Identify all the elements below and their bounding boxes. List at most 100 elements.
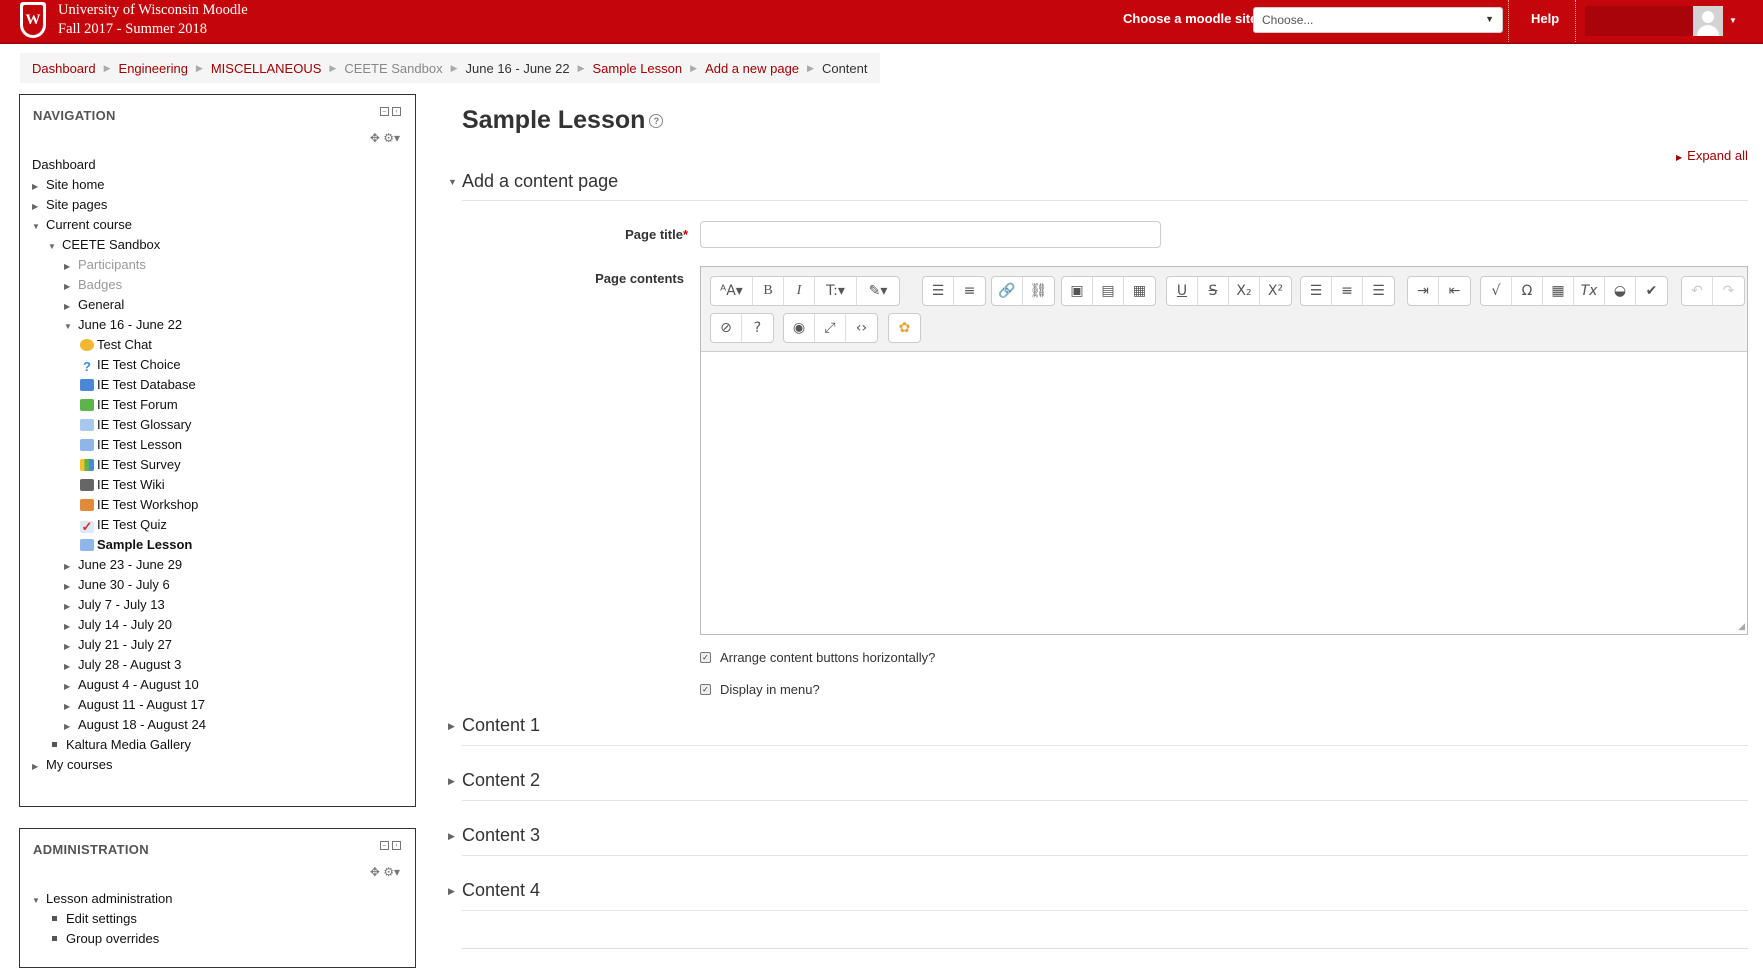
spellcheck-icon[interactable]: ✔ bbox=[1636, 277, 1667, 305]
preview-eye-icon[interactable]: ◉ bbox=[784, 314, 815, 342]
section-content-4[interactable]: ▶ Content 4 bbox=[448, 880, 540, 901]
clear-formatting-icon[interactable]: Tx bbox=[1574, 277, 1605, 305]
align-left-icon[interactable]: ☰ bbox=[1301, 277, 1332, 305]
align-right-icon[interactable]: ☰ bbox=[1363, 277, 1394, 305]
font-size-icon[interactable]: ᴬA▾ bbox=[711, 277, 753, 305]
outdent-icon[interactable]: ⇤ bbox=[1439, 277, 1470, 305]
text-color-icon[interactable]: ✎▾ bbox=[857, 277, 899, 305]
nav-activity-quiz[interactable]: ✓ IE Test Quiz bbox=[80, 515, 167, 535]
nav-item-site-home[interactable]: ▶ Site home bbox=[32, 175, 105, 195]
resize-handle-icon[interactable]: ◢ bbox=[1738, 621, 1745, 632]
table-icon[interactable]: ▦ bbox=[1543, 277, 1574, 305]
breadcrumb-course[interactable]: CEETE Sandbox bbox=[344, 61, 442, 76]
section-content-2[interactable]: ▶ Content 2 bbox=[448, 770, 540, 791]
dock-block-icon[interactable]: ‹ bbox=[392, 841, 401, 850]
move-icon[interactable]: ✥ bbox=[370, 131, 380, 145]
admin-item-edit-settings[interactable]: Edit settings bbox=[48, 909, 137, 929]
nav-activity-lesson[interactable]: IE Test Lesson bbox=[80, 435, 182, 455]
nav-item-week[interactable]: ▶ August 11 - August 17 bbox=[64, 695, 205, 715]
nav-activity-wiki[interactable]: IE Test Wiki bbox=[80, 475, 165, 495]
text-style-icon[interactable]: T:▾ bbox=[815, 277, 857, 305]
nav-activity-glossary[interactable]: IE Test Glossary bbox=[80, 415, 191, 435]
numbered-list-icon[interactable]: ≡ bbox=[954, 277, 985, 305]
equation-icon[interactable]: √ bbox=[1481, 277, 1512, 305]
arrange-buttons-checkbox-row[interactable]: ✓ Arrange content buttons horizontally? bbox=[700, 650, 935, 665]
nav-item-my-courses[interactable]: ▶ My courses bbox=[32, 755, 112, 775]
nav-item-week[interactable]: ▶ July 28 - August 3 bbox=[64, 655, 181, 675]
unlink-icon[interactable]: ⛓ bbox=[1023, 277, 1054, 305]
help-question-icon[interactable]: ? bbox=[649, 114, 664, 129]
nav-item-badges[interactable]: ▶ Badges bbox=[64, 275, 122, 295]
italic-icon[interactable]: I bbox=[784, 277, 815, 305]
display-in-menu-checkbox[interactable]: ✓ bbox=[700, 684, 711, 695]
nav-item-dashboard[interactable]: Dashboard bbox=[32, 155, 96, 175]
nav-item-kaltura[interactable]: Kaltura Media Gallery bbox=[48, 735, 191, 755]
breadcrumb-engineering[interactable]: Engineering bbox=[119, 61, 188, 76]
section-add-content-page[interactable]: ▼ Add a content page bbox=[448, 171, 618, 192]
redo-icon[interactable]: ↷ bbox=[1713, 277, 1744, 305]
nav-item-week[interactable]: ▶ August 18 - August 24 bbox=[64, 715, 206, 735]
html-source-icon[interactable]: ‹› bbox=[846, 314, 877, 342]
page-title-input[interactable] bbox=[700, 221, 1161, 248]
nav-item-site-pages[interactable]: ▶ Site pages bbox=[32, 195, 107, 215]
undo-icon[interactable]: ↶ bbox=[1682, 277, 1713, 305]
nav-item-week[interactable]: ▶ June 23 - June 29 bbox=[64, 555, 182, 575]
gear-icon[interactable]: ⚙▾ bbox=[383, 865, 400, 879]
nav-item-week[interactable]: ▶ June 30 - July 6 bbox=[64, 575, 170, 595]
align-center-icon[interactable]: ≡ bbox=[1332, 277, 1363, 305]
special-character-icon[interactable]: Ω bbox=[1512, 277, 1543, 305]
move-icon[interactable]: ✥ bbox=[370, 865, 380, 879]
bullet-list-icon[interactable]: ☰ bbox=[923, 277, 954, 305]
accessibility-checker-icon[interactable]: ◒ bbox=[1605, 277, 1636, 305]
subscript-icon[interactable]: X₂ bbox=[1229, 277, 1260, 305]
nav-item-week[interactable]: ▶ July 21 - July 27 bbox=[64, 635, 172, 655]
arrange-buttons-checkbox[interactable]: ✓ bbox=[700, 652, 711, 663]
expand-all-link[interactable]: ▶ Expand all bbox=[1676, 148, 1748, 163]
uw-crest-logo[interactable]: W bbox=[20, 2, 46, 38]
user-menu[interactable] bbox=[1585, 6, 1697, 36]
nav-item-week[interactable]: ▶ August 4 - August 10 bbox=[64, 675, 199, 695]
breadcrumb-miscellaneous[interactable]: MISCELLANEOUS bbox=[211, 61, 322, 76]
kaltura-embed-icon[interactable]: ✿ bbox=[889, 314, 920, 342]
nav-activity-database[interactable]: IE Test Database bbox=[80, 375, 196, 395]
user-avatar[interactable] bbox=[1693, 6, 1723, 36]
superscript-icon[interactable]: X² bbox=[1260, 277, 1291, 305]
media-icon[interactable]: ▤ bbox=[1093, 277, 1124, 305]
section-content-1[interactable]: ▶ Content 1 bbox=[448, 715, 540, 736]
nav-activity-chat[interactable]: Test Chat bbox=[80, 335, 152, 355]
nav-item-current-course[interactable]: ▼ Current course bbox=[32, 215, 132, 235]
nav-item-week[interactable]: ▶ July 14 - July 20 bbox=[64, 615, 172, 635]
nav-item-course[interactable]: ▼ CEETE Sandbox bbox=[48, 235, 160, 255]
nav-activity-workshop[interactable]: IE Test Workshop bbox=[80, 495, 198, 515]
nav-item-week[interactable]: ▼ June 16 - June 22 bbox=[64, 315, 182, 335]
strikethrough-icon[interactable]: S bbox=[1198, 277, 1229, 305]
admin-item-group-overrides[interactable]: Group overrides bbox=[48, 929, 159, 949]
collapse-block-icon[interactable]: – bbox=[380, 841, 389, 850]
fullscreen-icon[interactable]: ⤢ bbox=[815, 314, 846, 342]
dock-block-icon[interactable]: ‹ bbox=[392, 107, 401, 116]
nav-activity-forum[interactable]: IE Test Forum bbox=[80, 395, 178, 415]
nav-item-participants[interactable]: ▶ Participants bbox=[64, 255, 146, 275]
manage-files-icon[interactable]: ▦ bbox=[1124, 277, 1155, 305]
section-content-3[interactable]: ▶ Content 3 bbox=[448, 825, 540, 846]
nav-item-week[interactable]: ▶ July 7 - July 13 bbox=[64, 595, 165, 615]
gear-icon[interactable]: ⚙▾ bbox=[383, 131, 400, 145]
nav-activity-sample-lesson[interactable]: Sample Lesson bbox=[80, 535, 192, 555]
bold-icon[interactable]: B bbox=[753, 277, 784, 305]
user-menu-caret-icon[interactable]: ▼ bbox=[1729, 16, 1737, 25]
indent-icon[interactable]: ⇥ bbox=[1408, 277, 1439, 305]
link-icon[interactable]: 🔗 bbox=[992, 277, 1023, 305]
admin-item-lesson-administration[interactable]: ▼ Lesson administration bbox=[32, 889, 172, 909]
nav-activity-survey[interactable]: IE Test Survey bbox=[80, 455, 181, 475]
display-in-menu-checkbox-row[interactable]: ✓ Display in menu? bbox=[700, 682, 820, 697]
breadcrumb-add-page[interactable]: Add a new page bbox=[705, 61, 799, 76]
collapse-block-icon[interactable]: – bbox=[380, 107, 389, 116]
underline-icon[interactable]: U bbox=[1167, 277, 1198, 305]
image-icon[interactable]: ▣ bbox=[1062, 277, 1093, 305]
breadcrumb-dashboard[interactable]: Dashboard bbox=[32, 61, 96, 76]
breadcrumb-lesson[interactable]: Sample Lesson bbox=[593, 61, 683, 76]
editor-content-area[interactable] bbox=[701, 351, 1747, 634]
choose-site-select[interactable]: Choose... ▼ bbox=[1253, 7, 1503, 33]
nav-item-general[interactable]: ▶ General bbox=[64, 295, 124, 315]
help-link[interactable]: Help bbox=[1531, 11, 1559, 26]
